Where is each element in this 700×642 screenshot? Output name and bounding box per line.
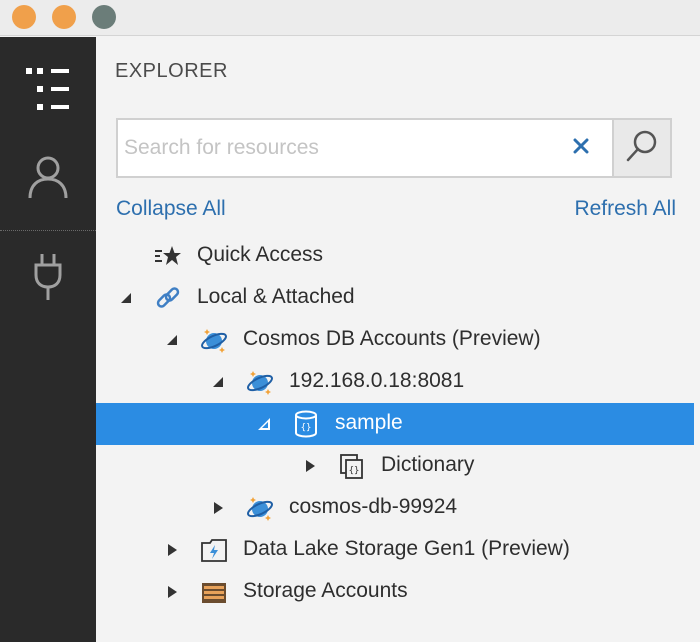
panel-title: EXPLORER — [115, 60, 228, 82]
clear-search-button[interactable] — [566, 133, 596, 163]
explorer-list-icon — [25, 67, 71, 116]
activity-explorer-button[interactable] — [0, 59, 96, 123]
activity-separator — [0, 230, 96, 231]
quick-access-icon — [154, 242, 182, 270]
tree-item-label: sample — [335, 411, 403, 434]
search-box — [116, 118, 672, 178]
tree-item-label: Data Lake Storage Gen1 (Preview) — [243, 537, 570, 560]
tree-item-label: cosmos-db-99924 — [289, 495, 458, 518]
collapsed-triangle-icon[interactable] — [208, 498, 228, 518]
search-input[interactable] — [124, 128, 554, 168]
tree-item-data-lake-storage[interactable]: Data Lake Storage Gen1 (Preview) — [96, 529, 694, 571]
tree-item-label: Dictionary — [381, 453, 475, 476]
cosmos-db-icon — [246, 368, 274, 396]
expanded-triangle-icon[interactable] — [208, 372, 228, 392]
link-icon — [154, 284, 182, 312]
zoom-window-button[interactable] — [92, 5, 116, 29]
refresh-all-link[interactable]: Refresh All — [574, 197, 676, 221]
tree-item-label: Storage Accounts — [243, 579, 408, 602]
cosmos-db-icon — [200, 326, 228, 354]
database-icon: {} — [292, 410, 320, 438]
tree-item-cosmos-db-accounts[interactable]: Cosmos DB Accounts (Preview) — [96, 319, 694, 361]
collection-icon: {} — [338, 452, 366, 480]
collapse-all-link[interactable]: Collapse All — [116, 197, 226, 221]
minimize-window-button[interactable] — [52, 5, 76, 29]
expanded-triangle-icon[interactable] — [254, 414, 274, 434]
tree-item-cosmos-account-local[interactable]: 192.168.0.18:8081 — [96, 361, 694, 403]
tree-item-label: Quick Access — [197, 243, 324, 266]
collapsed-triangle-icon[interactable] — [300, 456, 320, 476]
explorer-panel: EXPLORER Collapse All Refresh All Quick … — [96, 37, 700, 642]
search-icon — [625, 129, 659, 168]
data-lake-icon — [200, 536, 228, 564]
activity-bar — [0, 37, 96, 642]
tree-item-database-sample[interactable]: {} sample — [96, 403, 694, 445]
cosmos-db-icon — [246, 494, 274, 522]
search-button[interactable] — [612, 120, 670, 176]
tree-item-label: Cosmos DB Accounts (Preview) — [243, 327, 541, 350]
close-icon — [573, 138, 589, 159]
svg-text:{}: {} — [301, 423, 312, 433]
collapsed-triangle-icon[interactable] — [162, 540, 182, 560]
activity-account-button[interactable] — [0, 147, 96, 211]
tree-item-collection-dictionary[interactable]: {} Dictionary — [96, 445, 694, 487]
title-bar — [0, 0, 700, 36]
tree-item-local-attached[interactable]: Local & Attached — [96, 277, 694, 319]
tree-item-label: 192.168.0.18:8081 — [289, 369, 465, 392]
activity-connect-button[interactable] — [0, 247, 96, 311]
tree-item-quick-access[interactable]: Quick Access — [96, 235, 694, 277]
account-icon — [28, 155, 68, 204]
close-window-button[interactable] — [12, 5, 36, 29]
collapsed-triangle-icon[interactable] — [162, 582, 182, 602]
plug-icon — [33, 253, 63, 306]
tree-item-storage-accounts[interactable]: Storage Accounts — [96, 571, 694, 613]
svg-text:{}: {} — [349, 466, 360, 476]
expanded-triangle-icon[interactable] — [162, 330, 182, 350]
storage-account-icon — [200, 578, 228, 606]
expanded-triangle-icon[interactable] — [116, 288, 136, 308]
tree-item-cosmos-account-remote[interactable]: cosmos-db-99924 — [96, 487, 694, 529]
tree-item-label: Local & Attached — [197, 285, 355, 308]
